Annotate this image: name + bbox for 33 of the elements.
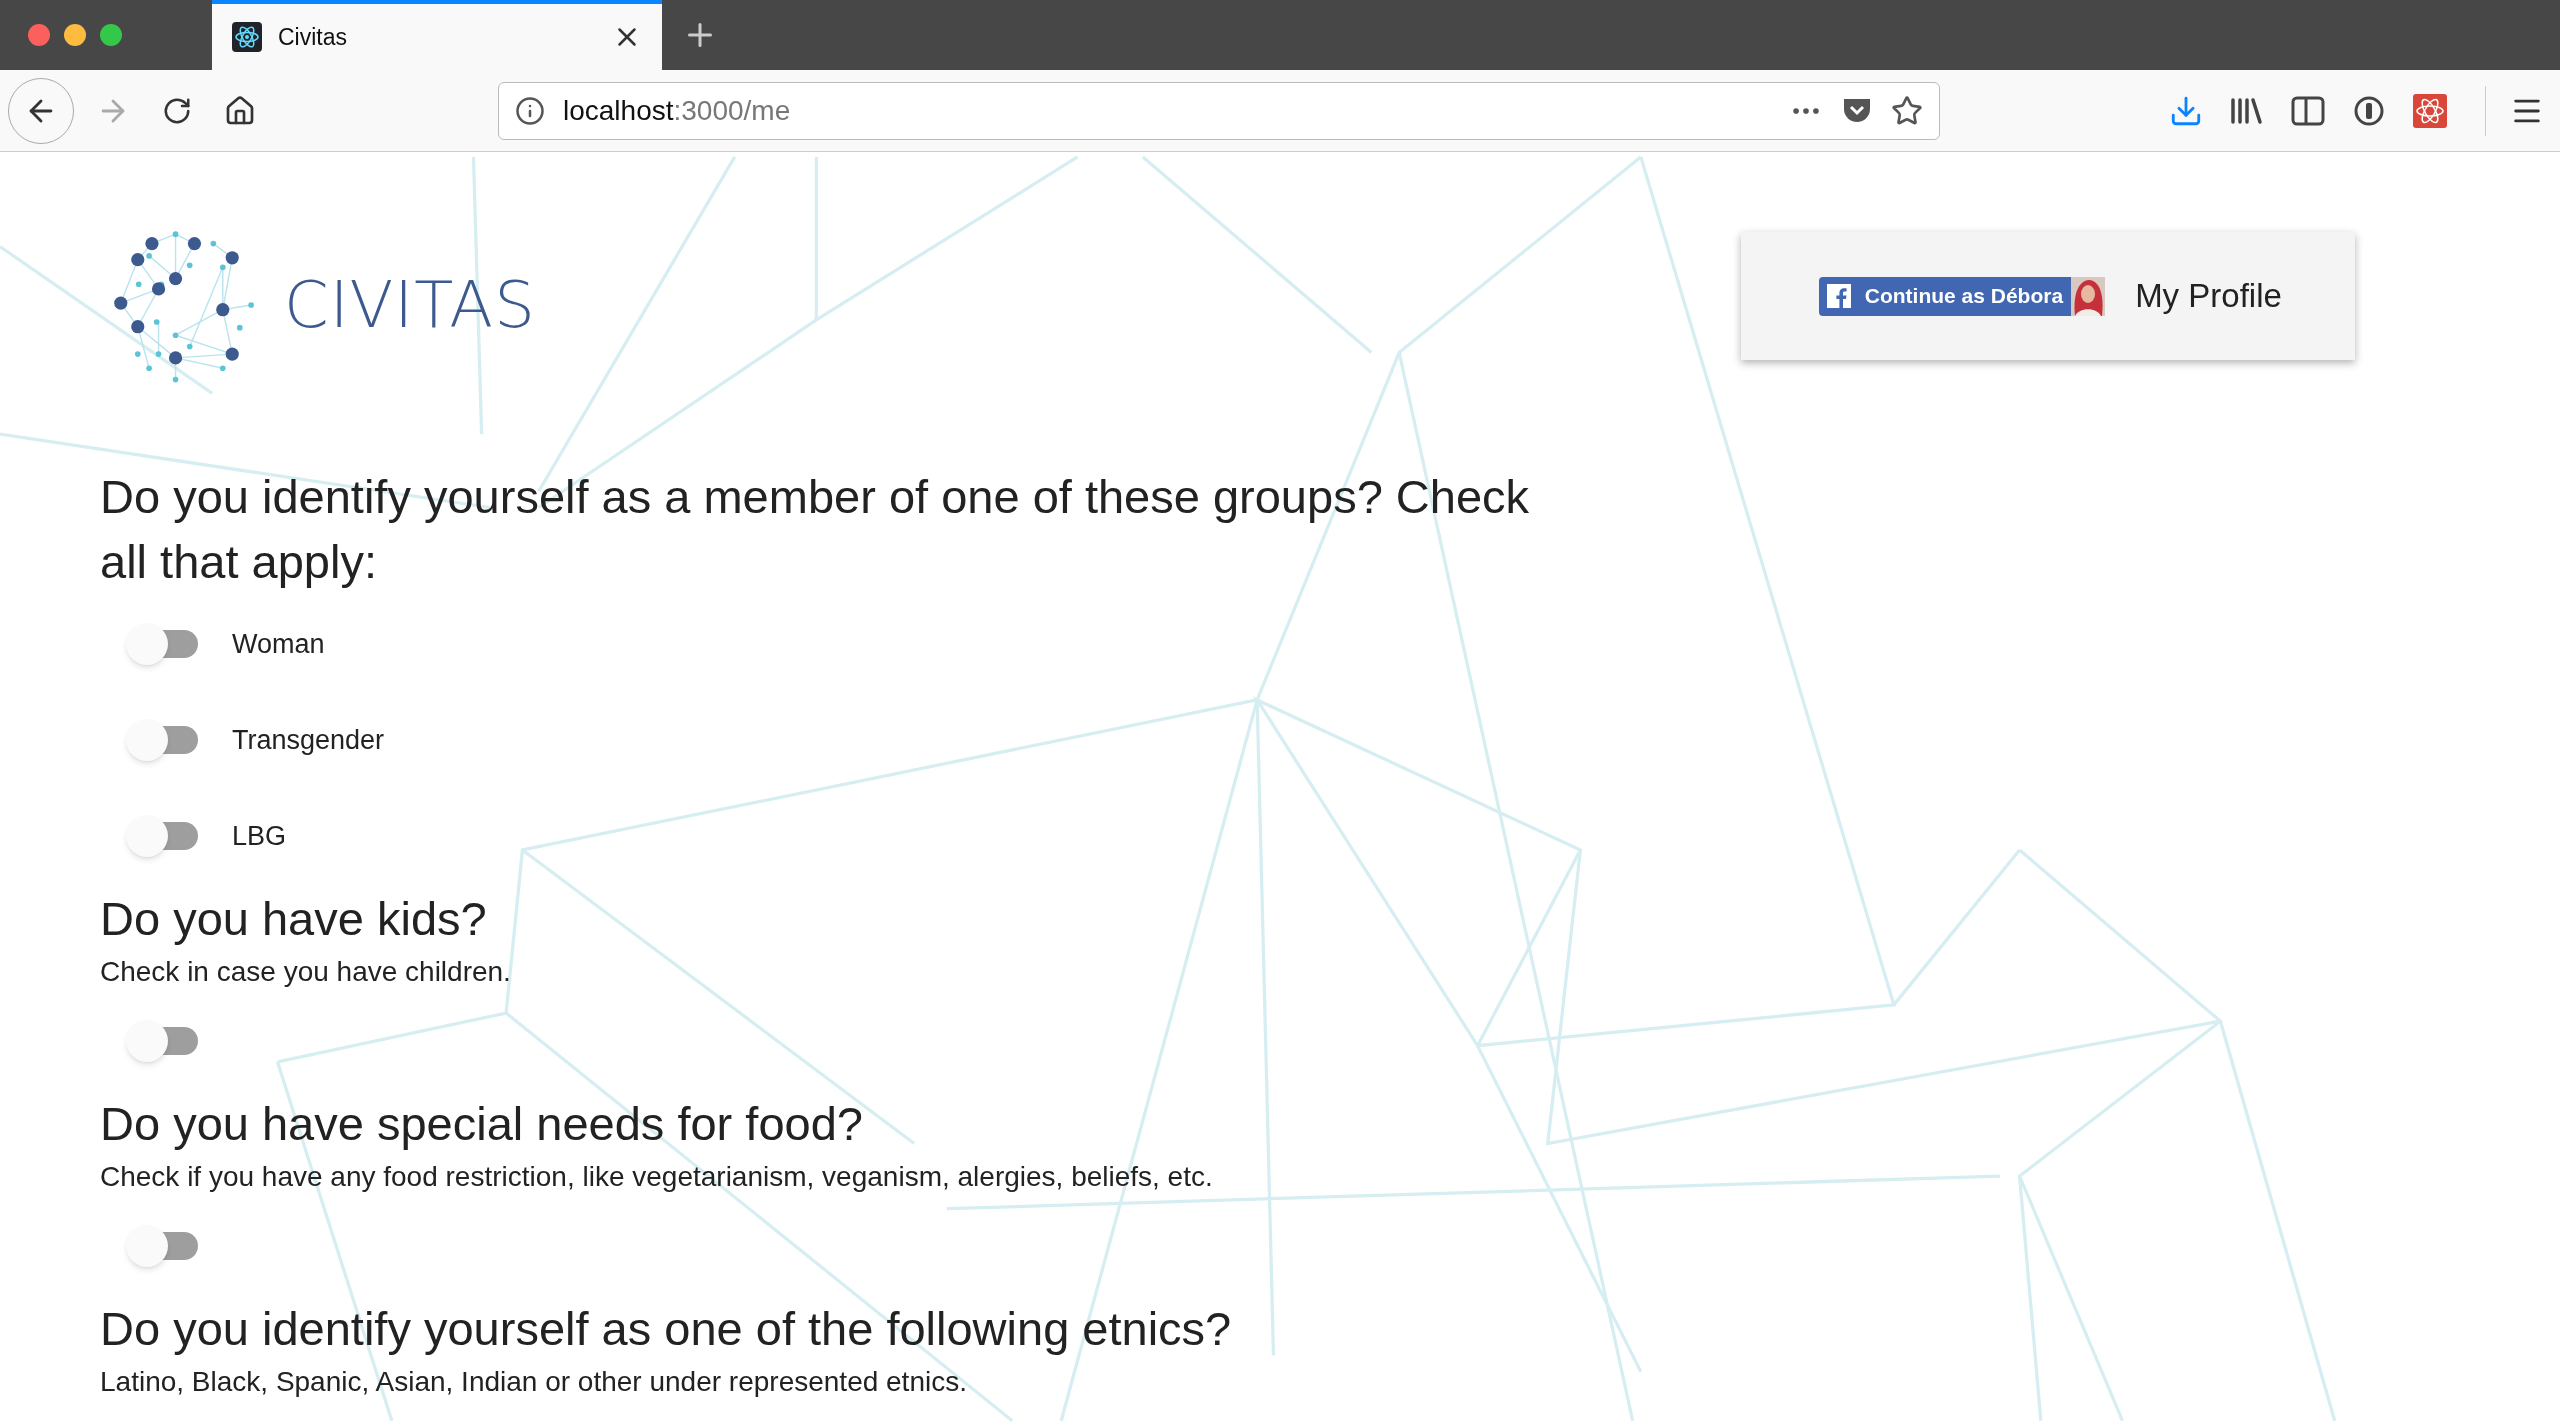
library-icon[interactable] (2229, 95, 2263, 126)
atom-icon[interactable] (2413, 93, 2447, 128)
minimize-window-icon[interactable] (64, 24, 86, 46)
option-label: Transgender (232, 723, 385, 757)
address-bar[interactable]: localhost:3000/me (498, 81, 1940, 140)
question-heading: Do you have special needs for food? (100, 1096, 864, 1152)
info-icon[interactable] (515, 95, 545, 126)
toggle-switch[interactable] (126, 622, 198, 666)
sidebar-icon[interactable] (2291, 95, 2325, 126)
close-window-icon[interactable] (28, 24, 50, 46)
toggle-switch[interactable] (126, 718, 198, 762)
browser-tab[interactable]: Civitas (212, 0, 662, 70)
home-icon[interactable] (224, 94, 256, 127)
star-icon[interactable] (1891, 94, 1923, 127)
question-heading: Do you identify yourself as a member of one of these groups? Check all that apply: (100, 469, 1531, 590)
question-description: Latino, Black, Spanic, Asian, Indian or other under represented etnics. (100, 1365, 968, 1399)
facebook-icon (1826, 284, 1851, 308)
question-description: Check in case you have children. (100, 955, 512, 989)
maximize-window-icon[interactable] (100, 24, 122, 46)
atom-icon (232, 22, 262, 52)
toggle-switch[interactable] (126, 814, 198, 858)
toggle-switch[interactable] (126, 1224, 198, 1268)
my-profile-link[interactable]: My Profile (2135, 271, 2282, 321)
toggle-switch[interactable] (126, 1019, 198, 1063)
question-heading: Do you have kids? (100, 891, 488, 947)
facebook-button[interactable]: Continue as Débora (1818, 276, 2072, 316)
tab-title: Civitas (278, 22, 348, 52)
question-heading: Do you identify yourself as one of the following etnics? (100, 1301, 1233, 1357)
option-label: Woman (232, 627, 325, 661)
option-label: LBG (232, 819, 287, 853)
logo-text: CIVITAS (284, 267, 536, 344)
question-description: Check if you have any food restriction, like vegetarianism, veganism, alergies, beliefs, etc. (100, 1160, 1214, 1194)
url-text: localhost:3000/me (563, 93, 792, 128)
